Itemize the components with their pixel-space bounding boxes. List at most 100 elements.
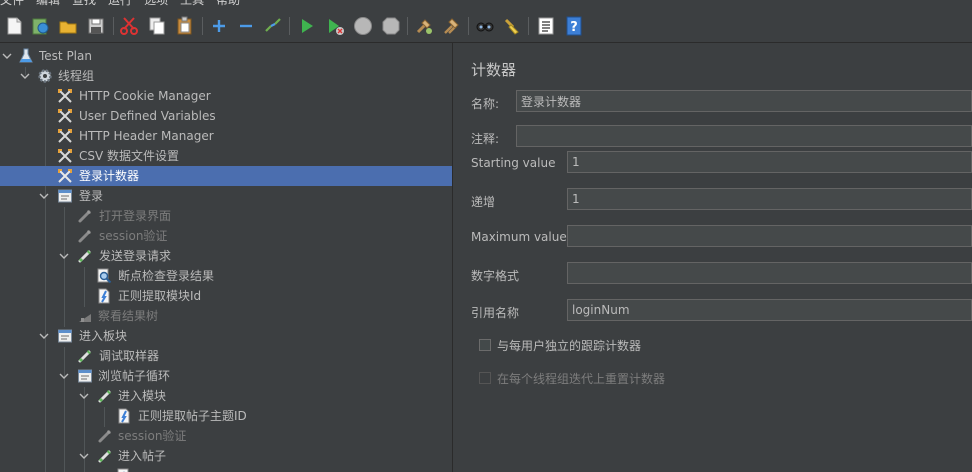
reference-name-label: 引用名称 <box>471 306 520 320</box>
collapse-icon[interactable] <box>235 15 257 37</box>
menu-search[interactable]: 查找 <box>72 0 96 7</box>
start-icon[interactable] <box>296 15 318 37</box>
menu-options[interactable]: 选项 <box>144 0 168 7</box>
config-element-icon <box>57 108 73 124</box>
tree-row-test-plan[interactable]: Test Plan <box>0 46 452 66</box>
sampler-icon <box>77 208 93 224</box>
comment-label: 注释: <box>471 132 500 146</box>
tree-label: 调试取样器 <box>99 349 160 363</box>
tree-row-header-manager[interactable]: HTTP Header Manager <box>0 126 452 146</box>
reset-search-icon[interactable] <box>501 15 523 37</box>
menu-edit[interactable]: 编辑 <box>36 0 60 7</box>
tree-row-login-counter[interactable]: 登录计数器 <box>0 166 452 186</box>
templates-icon[interactable] <box>29 15 51 37</box>
new-icon[interactable] <box>3 15 25 37</box>
tree-label: User Defined Variables <box>79 109 216 123</box>
tree-label: 正则提取帖子主题ID <box>138 409 247 423</box>
chevron-down-icon[interactable] <box>78 390 90 402</box>
tree-row-csv-data-set[interactable]: CSV 数据文件设置 <box>0 146 452 166</box>
help-icon[interactable]: ? <box>563 15 585 37</box>
tree-row-enter-module[interactable]: 进入模块 <box>0 386 452 406</box>
name-input[interactable] <box>516 90 972 112</box>
start-no-pause-icon[interactable] <box>324 15 346 37</box>
config-element-icon <box>57 128 73 144</box>
tree-row-check-login-result[interactable]: 断点检查登录结果 <box>0 266 452 286</box>
number-format-input[interactable] <box>567 262 972 284</box>
tree-label: 察看结果树 <box>98 309 159 323</box>
cut-icon[interactable] <box>118 15 140 37</box>
tree-label: session验证 <box>99 229 168 243</box>
tree-row-debug-sampler[interactable]: 调试取样器 <box>0 346 452 366</box>
panel-title: 计数器 <box>471 61 517 79</box>
stop-icon[interactable] <box>352 15 374 37</box>
chevron-down-icon[interactable] <box>58 370 70 382</box>
increment-input[interactable] <box>567 188 972 210</box>
counter-config-panel: 计数器 名称: 注释: Starting value 递增 Maximum va… <box>453 43 972 472</box>
sampler-icon <box>97 448 113 464</box>
tree-row-send-login-request[interactable]: 发送登录请求 <box>0 246 452 266</box>
toggle-icon[interactable] <box>262 15 284 37</box>
menu-help[interactable]: 帮助 <box>216 0 240 7</box>
reference-name-input[interactable] <box>567 299 972 321</box>
clear-all-icon[interactable] <box>441 15 463 37</box>
menu-run[interactable]: 运行 <box>108 0 132 7</box>
tree-row-user-defined-variables[interactable]: User Defined Variables <box>0 106 452 126</box>
name-label: 名称: <box>471 97 500 111</box>
checkbox-box[interactable] <box>479 339 491 351</box>
tree-row-login-controller[interactable]: 登录 <box>0 186 452 206</box>
tree-label: HTTP Cookie Manager <box>79 89 211 103</box>
tree-row-thread-group[interactable]: 线程组 <box>0 66 452 86</box>
tree-label: CSV 数据文件设置 <box>79 149 180 163</box>
open-icon[interactable] <box>57 15 79 37</box>
tree-row-enter-board-controller[interactable]: 进入板块 <box>0 326 452 346</box>
sampler-icon <box>77 228 93 244</box>
sampler-icon <box>77 348 93 364</box>
tree-row-enter-post[interactable]: 进入帖子 <box>0 446 452 466</box>
tree-row-session-check-2[interactable]: session验证 <box>0 426 452 446</box>
tree-row-regex-post-topic-id[interactable]: 正则提取帖子主题ID <box>0 406 452 426</box>
config-element-icon <box>57 168 73 184</box>
chevron-down-icon[interactable] <box>38 330 50 342</box>
tree-row-regex-module-id[interactable]: 正则提取模块Id <box>0 286 452 306</box>
comment-input[interactable] <box>516 125 972 147</box>
controller-icon <box>57 328 73 344</box>
checkbox-box[interactable] <box>479 372 491 384</box>
search-icon[interactable] <box>474 15 496 37</box>
menu-tools[interactable]: 工具 <box>180 0 204 7</box>
maximum-value-input[interactable] <box>567 225 972 247</box>
starting-value-label: Starting value <box>471 156 556 170</box>
clear-icon[interactable] <box>413 15 435 37</box>
maximum-value-label: Maximum value <box>471 230 567 244</box>
tree-row-view-results-tree[interactable]: 察看结果树 <box>0 306 452 326</box>
increment-label: 递增 <box>471 195 496 209</box>
chevron-down-icon[interactable] <box>78 450 90 462</box>
tree-row-cookie-manager[interactable]: HTTP Cookie Manager <box>0 86 452 106</box>
save-icon[interactable] <box>85 15 107 37</box>
extractor-icon <box>96 288 112 304</box>
shutdown-icon[interactable] <box>380 15 402 37</box>
copy-icon[interactable] <box>146 15 168 37</box>
tree-label: 断点检查登录结果 <box>118 269 215 283</box>
per-user-counter-checkbox[interactable]: 与每用户独立的跟踪计数器 <box>479 337 641 353</box>
chevron-down-icon[interactable] <box>58 250 70 262</box>
assertion-icon <box>116 468 132 472</box>
tree-label: 线程组 <box>58 69 95 83</box>
per-user-counter-label: 与每用户独立的跟踪计数器 <box>497 338 642 353</box>
chevron-down-icon[interactable] <box>38 190 50 202</box>
config-element-icon <box>57 148 73 164</box>
chevron-down-icon[interactable] <box>19 70 31 82</box>
tree-row-browse-posts-loop[interactable]: 浏览帖子循环 <box>0 366 452 386</box>
tree-row-open-login-page[interactable]: 打开登录界面 <box>0 206 452 226</box>
menu-file[interactable]: 文件 <box>0 0 24 7</box>
tree-label: 进入帖子 <box>118 449 167 463</box>
tree-row-session-check[interactable]: session验证 <box>0 226 452 246</box>
expand-icon[interactable] <box>208 15 230 37</box>
paste-icon[interactable] <box>174 15 196 37</box>
function-helper-icon[interactable] <box>535 15 557 37</box>
chevron-down-icon[interactable] <box>1 50 13 62</box>
svg-text:?: ? <box>570 20 578 35</box>
reset-on-iteration-checkbox[interactable]: 在每个线程组迭代上重置计数器 <box>479 370 665 386</box>
starting-value-input[interactable] <box>567 151 972 173</box>
tree-row-partial[interactable] <box>0 466 452 472</box>
sampler-icon <box>97 388 113 404</box>
